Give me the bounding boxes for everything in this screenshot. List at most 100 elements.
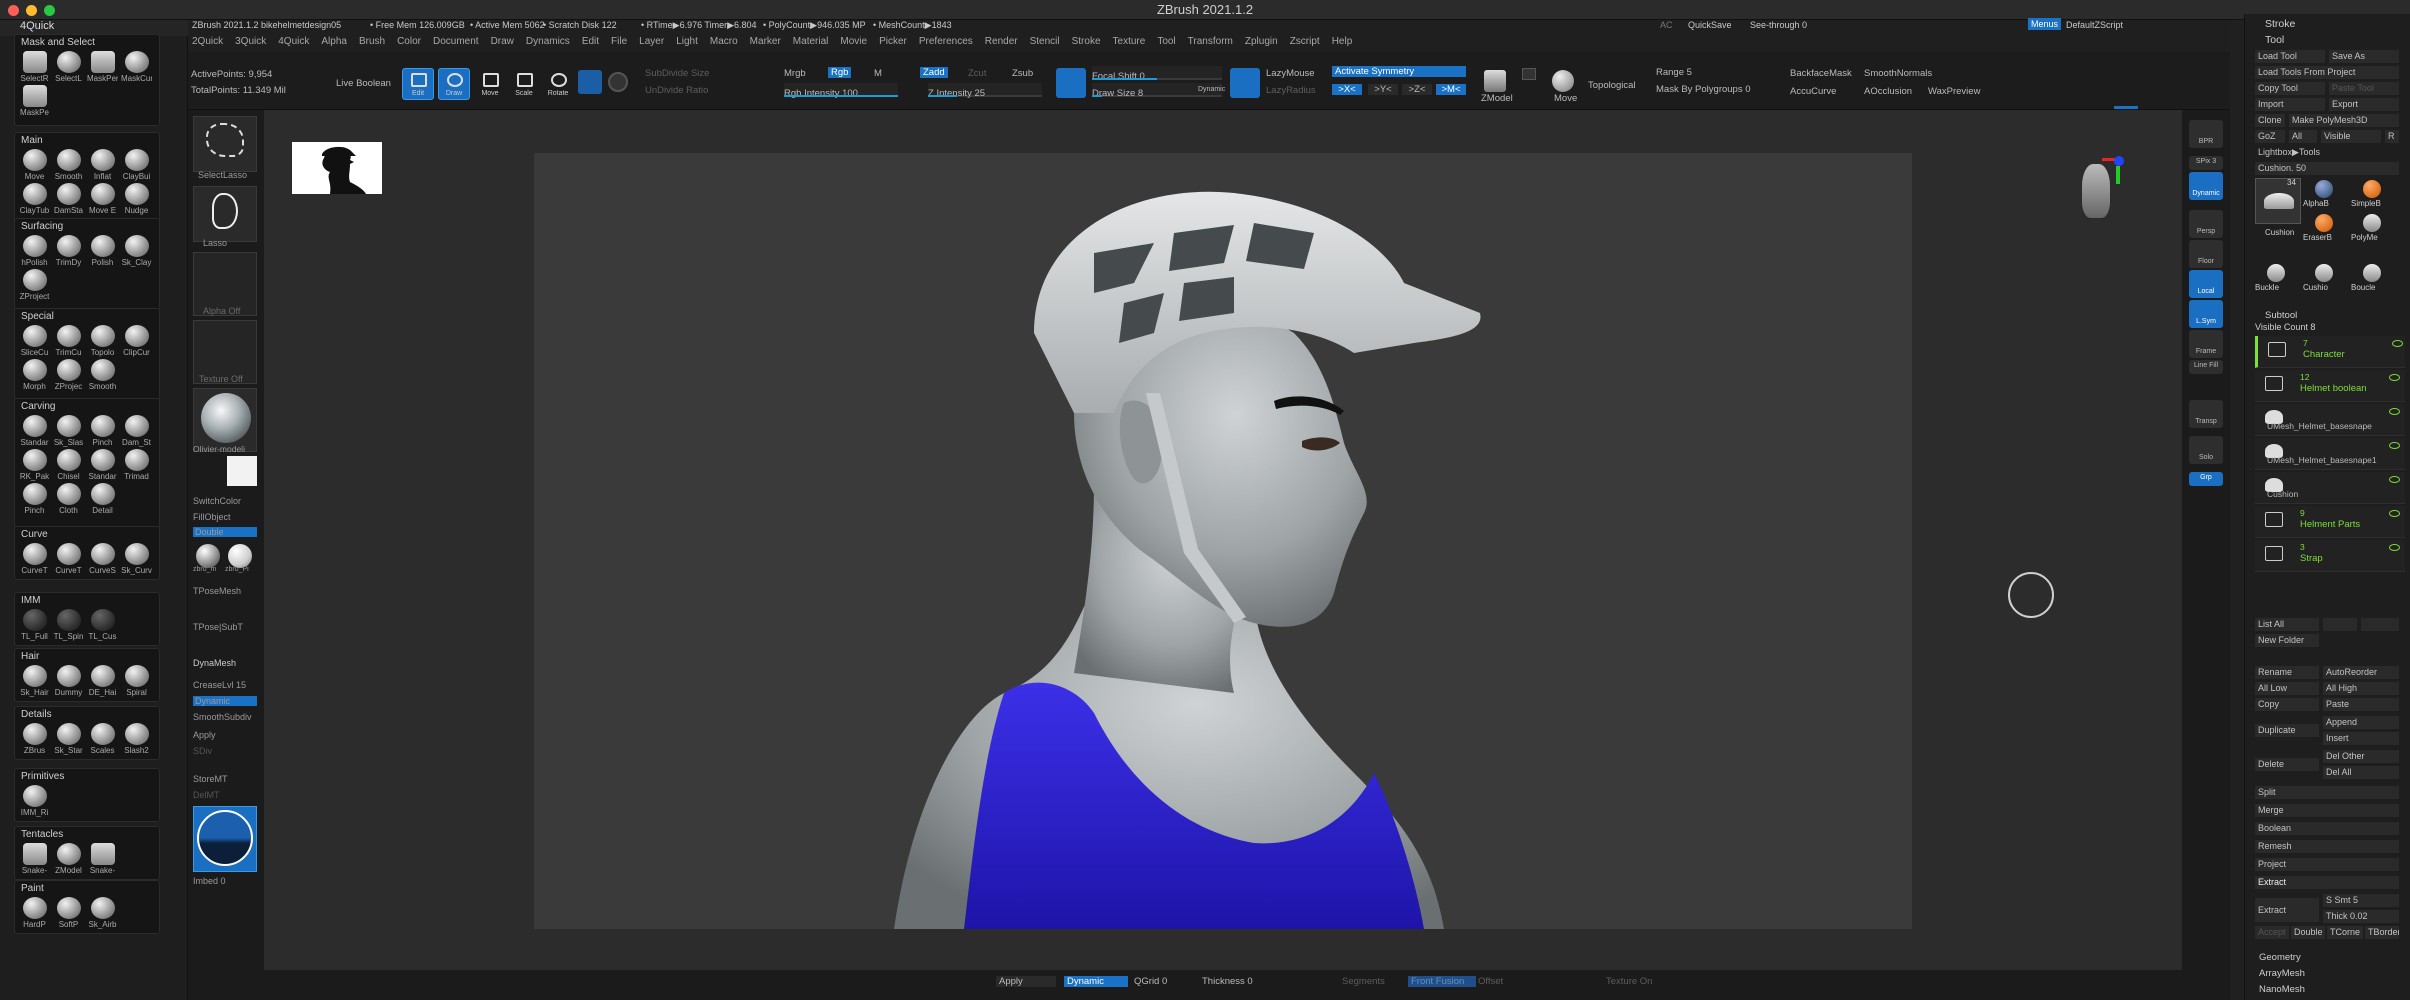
goz-all-button[interactable]: All — [2289, 130, 2317, 143]
tool-thumb[interactable]: Buckle — [2255, 262, 2299, 294]
brush-group-title[interactable]: Hair — [15, 649, 159, 663]
orientation-gizmo[interactable] — [2078, 156, 2124, 228]
brush-button[interactable]: ZModel — [53, 843, 84, 877]
visible-count-slider[interactable]: Visible Count 8 — [2255, 322, 2315, 332]
tcorne-button[interactable]: TCorne — [2327, 926, 2363, 939]
brush-button[interactable]: Move E — [87, 183, 118, 217]
export-button[interactable]: Export — [2329, 98, 2399, 111]
symmetry-y-button[interactable]: >Y< — [1368, 84, 1398, 95]
menu-draw[interactable]: Draw — [491, 36, 514, 47]
menu-preferences[interactable]: Preferences — [919, 36, 973, 47]
brush-button[interactable]: Dummy — [53, 665, 84, 699]
zoom-window-button[interactable] — [44, 5, 55, 16]
focal-shift-slider[interactable]: Focal Shift 0 — [1092, 66, 1222, 82]
menu-macro[interactable]: Macro — [710, 36, 738, 47]
shelf-line-fill-button[interactable]: Line Fill — [2189, 360, 2223, 374]
accept-button[interactable]: Accept — [2255, 926, 2289, 939]
list-all-button[interactable]: List All — [2255, 618, 2319, 631]
brush-button[interactable]: Move — [19, 149, 50, 183]
select-lasso-button[interactable] — [193, 116, 257, 172]
smooth-normals-button[interactable]: SmoothNormals — [1864, 68, 1932, 79]
brush-button[interactable]: ClayBui — [121, 149, 152, 183]
shelf-persp-button[interactable]: Persp — [2189, 210, 2223, 238]
backface-mask-button[interactable]: BackfaceMask — [1790, 68, 1852, 79]
all-low-button[interactable]: All Low — [2255, 682, 2319, 695]
new-folder-button[interactable]: New Folder — [2255, 634, 2319, 647]
rgb-button[interactable]: Rgb — [828, 67, 852, 78]
brush-button[interactable]: Sk_Star — [53, 723, 84, 757]
aocclusion-button[interactable]: AOcclusion — [1864, 86, 1912, 97]
menu-color[interactable]: Color — [397, 36, 421, 47]
menu-movie[interactable]: Movie — [840, 36, 867, 47]
thick-slider[interactable]: Thick 0.02 — [2323, 910, 2399, 923]
copy-subtool-button[interactable]: Copy — [2255, 698, 2319, 711]
cushion-slider[interactable]: Cushion. 50 — [2255, 162, 2399, 175]
brush-button[interactable]: IMM_Ri — [19, 785, 50, 819]
duplicate-button[interactable]: Duplicate — [2255, 724, 2319, 737]
double-button[interactable]: Double — [193, 527, 257, 537]
matcap-2-icon[interactable] — [228, 544, 252, 568]
visibility-eye-icon[interactable] — [2389, 374, 2400, 381]
stroke-palette-title[interactable]: Stroke — [2265, 18, 2295, 30]
menu-2quick[interactable]: 2Quick — [192, 36, 223, 47]
brush-button[interactable]: MaskCur — [121, 51, 152, 85]
extract-section-button[interactable]: Extract — [2255, 876, 2399, 889]
visibility-eye-icon[interactable] — [2389, 510, 2400, 517]
insert-button[interactable]: Insert — [2323, 732, 2399, 745]
subtool-row[interactable]: Cushion — [2255, 472, 2405, 504]
lazymouse-icon[interactable] — [1230, 68, 1260, 98]
menu-material[interactable]: Material — [793, 36, 829, 47]
shelf-local-button[interactable]: Local — [2189, 270, 2223, 298]
subdivide-size-slider[interactable]: SubDivide Size — [645, 68, 709, 79]
navigator-button[interactable] — [193, 806, 257, 872]
z-intensity-slider[interactable]: Z Intensity 25 — [928, 83, 1042, 99]
goz-r-button[interactable]: R — [2385, 130, 2399, 143]
menu-stroke[interactable]: Stroke — [1072, 36, 1101, 47]
close-window-button[interactable] — [8, 5, 19, 16]
brush-group-title[interactable]: Surfacing — [15, 219, 159, 233]
minimize-window-button[interactable] — [26, 5, 37, 16]
smooth-subdiv-button[interactable]: SmoothSubdiv — [193, 712, 257, 722]
zsub-button[interactable]: Zsub — [1012, 68, 1033, 79]
brush-button[interactable]: Scales — [87, 723, 118, 757]
mask-by-polygroups-slider[interactable]: Mask By Polygroups 0 — [1656, 84, 1751, 95]
menu-render[interactable]: Render — [985, 36, 1018, 47]
delete-button[interactable]: Delete — [2255, 758, 2319, 771]
brush-button[interactable]: Trimad — [121, 449, 152, 483]
thickness-slider[interactable]: Thickness 0 — [1202, 976, 1253, 987]
brush-button[interactable]: TrimCu — [53, 325, 84, 359]
shelf-solo-button[interactable]: Solo — [2189, 436, 2223, 464]
menu-zscript[interactable]: Zscript — [1290, 36, 1320, 47]
brush-button[interactable]: CurveT — [53, 543, 84, 577]
segments-slider[interactable]: Segments — [1342, 976, 1385, 987]
brush-button[interactable]: SliceCu — [19, 325, 50, 359]
brush-button[interactable]: Standar — [19, 415, 50, 449]
brush-button[interactable]: TL_Cus — [87, 609, 118, 643]
brush-button[interactable]: Morph — [19, 359, 50, 393]
brush-button[interactable]: Smooth — [53, 149, 84, 183]
brush-group-title[interactable]: Tentacles — [15, 827, 159, 841]
menu-marker[interactable]: Marker — [750, 36, 781, 47]
subtool-row[interactable]: 7 Character — [2255, 336, 2405, 368]
brush-button[interactable]: SelectR — [19, 51, 50, 85]
brush-button[interactable]: Pinch — [87, 415, 118, 449]
menu-light[interactable]: Light — [676, 36, 698, 47]
brush-button[interactable]: ZBrus — [19, 723, 50, 757]
front-fusion-button[interactable]: Front Fusion — [1408, 976, 1476, 987]
del-other-button[interactable]: Del Other — [2323, 750, 2399, 763]
brush-button[interactable]: Nudge — [121, 183, 152, 217]
material-button[interactable] — [193, 388, 257, 452]
activate-symmetry-button[interactable]: Activate Symmetry — [1332, 66, 1466, 77]
brush-button[interactable]: ClayTub — [19, 183, 50, 217]
menu-help[interactable]: Help — [1332, 36, 1353, 47]
subtool-row[interactable]: 3 Strap — [2255, 540, 2405, 572]
brush-group-title[interactable]: IMM — [15, 593, 159, 607]
brush-button[interactable]: Dam_St — [121, 415, 152, 449]
brush-button[interactable]: Standar — [87, 449, 118, 483]
wax-preview-button[interactable]: WaxPreview — [1928, 86, 1980, 97]
menu-transform[interactable]: Transform — [1188, 36, 1233, 47]
scale-mode-button[interactable]: Scale — [508, 68, 540, 100]
make-polymesh-button[interactable]: Make PolyMesh3D — [2289, 114, 2399, 127]
extract-button[interactable]: Extract — [2255, 898, 2319, 922]
geometry-section[interactable]: Geometry — [2259, 952, 2301, 963]
